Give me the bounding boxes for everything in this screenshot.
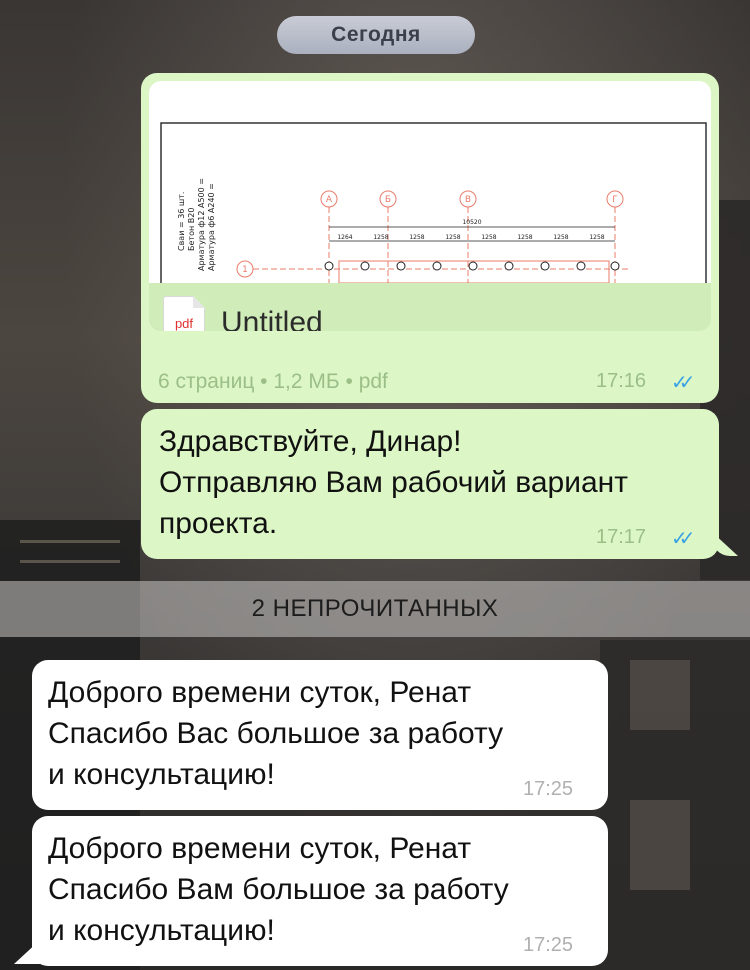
preview-axis-label: Г <box>612 195 618 205</box>
incoming-message-bubble[interactable]: Доброго времени суток, Ренат Спасибо Вам… <box>32 816 608 966</box>
drawing-preview: Сваи = 36 шт. Бетон В20 Арматура ф12 А50… <box>160 122 707 283</box>
file-info-row[interactable]: pdf Untitled <box>163 295 323 331</box>
message-text: Доброго времени суток, Ренат Спасибо Вам… <box>48 828 509 951</box>
preview-side-note: Арматура ф6 А240 = <box>207 183 216 271</box>
preview-dimension: 1258 <box>373 234 388 241</box>
message-text: Здравствуйте, Динар! Отправляю Вам рабоч… <box>159 421 628 544</box>
preview-dimension: 1264 <box>337 234 352 241</box>
pdf-icon-label: pdf <box>174 315 194 331</box>
file-message-bubble[interactable]: Сваи = 36 шт. Бетон В20 Арматура ф12 А50… <box>141 73 719 403</box>
preview-dimension: 1258 <box>589 234 604 241</box>
message-text: Доброго времени суток, Ренат Спасибо Вас… <box>48 672 503 795</box>
preview-axis-label: В <box>465 195 471 205</box>
preview-side-note: Бетон В20 <box>187 208 196 251</box>
preview-side-note: Арматура ф12 А500 = <box>197 178 206 271</box>
pdf-preview-thumbnail: Сваи = 36 шт. Бетон В20 Арматура ф12 А50… <box>149 81 711 283</box>
message-line: Здравствуйте, Динар! <box>159 425 462 458</box>
unread-divider: 2 НЕПРОЧИТАННЫХ <box>0 581 750 637</box>
incoming-message-bubble[interactable]: Доброго времени суток, Ренат Спасибо Вас… <box>32 660 608 810</box>
file-name: Untitled <box>221 306 323 331</box>
message-line: Отправляю Вам рабочий вариант <box>159 466 628 499</box>
double-check-icon: ✓✓ <box>671 372 695 394</box>
preview-dimension: 1258 <box>481 234 496 241</box>
preview-side-note: Сваи = 36 шт. <box>177 192 186 251</box>
date-separator: Сегодня <box>277 16 475 54</box>
message-time: 17:17 <box>596 526 647 548</box>
preview-dimension: 1258 <box>553 234 568 241</box>
preview-axis-label: 1 <box>242 265 248 275</box>
preview-axis-label: А <box>326 195 333 205</box>
file-meta: 6 страниц • 1,2 МБ • pdf <box>158 370 388 393</box>
message-line: проекта. <box>159 507 278 540</box>
message-line: Доброго времени суток, Ренат <box>48 676 472 709</box>
file-attachment[interactable]: Сваи = 36 шт. Бетон В20 Арматура ф12 А50… <box>149 81 711 331</box>
outgoing-message-bubble[interactable]: Здравствуйте, Динар! Отправляю Вам рабоч… <box>141 409 719 559</box>
message-line: и консультацию! <box>48 914 275 947</box>
message-line: и консультацию! <box>48 758 275 791</box>
message-time: 17:25 <box>523 778 574 800</box>
pdf-file-icon: pdf <box>163 296 205 331</box>
message-time: 17:25 <box>523 934 574 956</box>
message-line: Спасибо Вам большое за работу <box>48 873 509 906</box>
message-line: Доброго времени суток, Ренат <box>48 832 472 865</box>
preview-dimension: 1258 <box>517 234 532 241</box>
message-time: 17:16 <box>596 370 647 392</box>
preview-dimension: 1258 <box>409 234 424 241</box>
preview-axis-label: Б <box>385 195 391 205</box>
preview-dimension: 1258 <box>445 234 460 241</box>
preview-dimension: 10520 <box>462 219 481 226</box>
double-check-icon: ✓✓ <box>671 528 695 550</box>
message-line: Спасибо Вас большое за работу <box>48 717 504 750</box>
